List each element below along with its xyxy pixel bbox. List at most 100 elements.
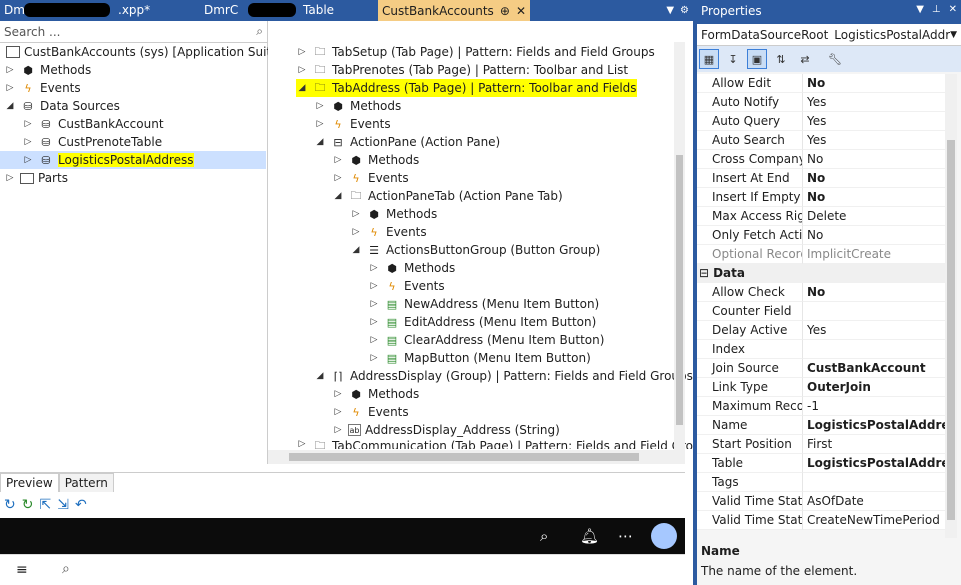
property-row[interactable]: Link Type OuterJoin — [697, 378, 945, 397]
expand-arrow-icon[interactable]: ▷ — [368, 281, 380, 291]
expand-arrow-icon[interactable]: ▷ — [332, 173, 344, 183]
property-value[interactable]: AsOfDate — [803, 492, 945, 511]
tab-preview[interactable]: Preview — [0, 473, 59, 492]
tree-item-newaddress[interactable]: ▷ ▤ NewAddress (Menu Item Button) — [368, 295, 600, 313]
property-value[interactable]: Yes — [803, 321, 945, 340]
collapse-arrow-icon[interactable]: ◢ — [296, 83, 308, 93]
object-selector[interactable]: FormDataSourceRoot LogisticsPostalAddres… — [697, 24, 961, 46]
property-value[interactable]: No — [803, 74, 945, 93]
property-row[interactable]: Allow Check No — [697, 283, 945, 302]
pin-icon[interactable]: ⊕ — [500, 4, 510, 18]
property-row[interactable]: Name LogisticsPostalAddres — [697, 416, 945, 435]
scrollbar-thumb[interactable] — [947, 140, 955, 520]
expand-arrow-icon[interactable]: ▷ — [4, 65, 16, 75]
property-row[interactable]: Table LogisticsPostalAddres — [697, 454, 945, 473]
property-value[interactable] — [803, 340, 945, 359]
property-row[interactable]: Auto Query Yes — [697, 112, 945, 131]
property-row[interactable]: Join Source CustBankAccount — [697, 359, 945, 378]
property-value[interactable] — [803, 302, 945, 321]
tab-pattern[interactable]: Pattern — [58, 473, 114, 492]
expand-arrow-icon[interactable]: ▷ — [332, 425, 344, 435]
tab-custbankaccounts[interactable]: CustBankAccounts ⊕ ✕ — [378, 0, 530, 21]
sort-icon[interactable]: ⇅ — [771, 49, 791, 69]
tree-item-logisticspostaladdress[interactable]: ▷ ⛁ LogisticsPostalAddress — [0, 151, 266, 169]
property-row[interactable]: Index — [697, 340, 945, 359]
property-value[interactable]: No — [803, 188, 945, 207]
property-row[interactable]: Valid Time State AutAsOfDate — [697, 492, 945, 511]
refresh-icon[interactable]: ↻ — [4, 497, 16, 513]
undo-icon[interactable]: ↶ — [75, 497, 87, 513]
tree-item-editaddress[interactable]: ▷ ▤ EditAddress (Menu Item Button) — [368, 313, 597, 331]
tree-item-tabcommunication[interactable]: ▷ 🗀 TabCommunication (Tab Page) | Pattern:… — [296, 439, 701, 449]
property-value[interactable]: LogisticsPostalAddres — [803, 416, 945, 435]
tree-item-methods[interactable]: ▷ ⬢ Methods — [314, 97, 402, 115]
property-row[interactable]: Insert If Empty No — [697, 188, 945, 207]
tree-item-methods[interactable]: ▷ ⬢ Methods — [4, 61, 92, 79]
bell-icon[interactable]: 🔔︎ — [580, 527, 599, 545]
tab-table-file[interactable]: DmrC Table — [200, 0, 378, 21]
tree-item-events[interactable]: ▷ ϟ Events — [368, 277, 445, 295]
expand-arrow-icon[interactable]: ▷ — [296, 47, 308, 57]
property-value[interactable]: ImplicitCreate — [803, 245, 945, 264]
expand-arrow-icon[interactable]: ▷ — [22, 137, 34, 147]
property-row[interactable]: Optional Record McImplicitCreate — [697, 245, 945, 264]
tree-item-actionpane[interactable]: ◢ ⊟ ActionPane (Action Pane) — [314, 133, 501, 151]
dropdown-arrow-icon[interactable]: ▼ — [950, 30, 957, 40]
expand-arrow-icon[interactable]: ▷ — [4, 83, 16, 93]
export-icon[interactable]: ⇲ — [57, 497, 69, 513]
property-row[interactable]: Auto Notify Yes — [697, 93, 945, 112]
gear-icon[interactable]: ⚙ — [680, 5, 689, 16]
expand-arrow-icon[interactable]: ▷ — [368, 263, 380, 273]
scrollbar-thumb[interactable] — [289, 453, 639, 461]
property-row[interactable]: Max Access RightDelete — [697, 207, 945, 226]
tree-item-root[interactable]: CustBankAccounts (sys) [Application Suit… — [2, 43, 283, 61]
property-value[interactable]: LogisticsPostalAddres — [803, 454, 945, 473]
wrench-icon[interactable]: 🔧︎ — [825, 49, 845, 69]
property-value[interactable]: -1 — [803, 397, 945, 416]
collapse-arrow-icon[interactable]: ◢ — [314, 137, 326, 147]
alphabetical-icon[interactable]: ↧ — [723, 49, 743, 69]
collapse-arrow-icon[interactable]: ◢ — [332, 191, 344, 201]
dropdown-icon[interactable]: ▼ — [916, 4, 924, 24]
tab-xpp-file[interactable]: Dm .xpp* — [0, 0, 200, 21]
expand-arrow-icon[interactable]: ▷ — [296, 65, 308, 75]
expand-arrow-icon[interactable]: ▷ — [332, 407, 344, 417]
property-row[interactable]: Counter Field — [697, 302, 945, 321]
property-row[interactable]: Cross Company AutNo — [697, 150, 945, 169]
tree-item-custbankaccount[interactable]: ▷ ⛁ CustBankAccount — [22, 115, 164, 133]
tree-item-methods[interactable]: ▷ ⬢ Methods — [350, 205, 438, 223]
tree-item-events[interactable]: ▷ ϟ Events — [4, 79, 81, 97]
scrollbar-thumb[interactable] — [676, 155, 683, 425]
property-value[interactable]: No — [803, 169, 945, 188]
expand-arrow-icon[interactable]: ▷ — [368, 317, 380, 327]
tree-item-mapbutton[interactable]: ▷ ▤ MapButton (Menu Item Button) — [368, 349, 591, 367]
collapse-arrow-icon[interactable]: ◢ — [4, 101, 16, 111]
tree-item-addressdisplay[interactable]: ◢ ⌈⌉ AddressDisplay (Group) | Pattern: Fie… — [314, 367, 693, 385]
tree-item-methods[interactable]: ▷ ⬢ Methods — [332, 151, 420, 169]
tree-item-methods[interactable]: ▷ ⬢ Methods — [368, 259, 456, 277]
property-value[interactable]: Yes — [803, 131, 945, 150]
close-icon[interactable]: ✕ — [516, 4, 526, 18]
search-icon[interactable]: ⌕ — [540, 527, 548, 545]
tree-item-custprenotetable[interactable]: ▷ ⛁ CustPrenoteTable — [22, 133, 163, 151]
dropdown-icon[interactable]: ▼ — [666, 5, 674, 16]
search-icon[interactable]: ⌕ — [62, 561, 70, 577]
close-icon[interactable]: ✕ — [949, 4, 957, 24]
tree-item-methods[interactable]: ▷ ⬢ Methods — [332, 385, 420, 403]
expand-arrow-icon[interactable]: ▷ — [4, 173, 16, 183]
tree-item-tabaddress[interactable]: ◢ 🗀 TabAddress (Tab Page) | Pattern: Toolb… — [296, 79, 637, 97]
expand-arrow-icon[interactable]: ▷ — [368, 299, 380, 309]
property-value[interactable]: CreateNewTimePeriod — [803, 511, 945, 530]
properties-icon[interactable]: ▣ — [747, 49, 767, 69]
property-row[interactable]: Only Fetch ActiveNo — [697, 226, 945, 245]
property-row[interactable]: Insert At End No — [697, 169, 945, 188]
tree-item-events[interactable]: ▷ ϟ Events — [332, 169, 409, 187]
tree-item-addressdisplay-address[interactable]: ▷ ab AddressDisplay_Address (String) — [332, 421, 560, 439]
expand-arrow-icon[interactable]: ▷ — [314, 119, 326, 129]
expand-arrow-icon[interactable]: ▷ — [350, 209, 362, 219]
hamburger-menu-icon[interactable]: ≡ — [16, 562, 28, 578]
tree-item-clearaddress[interactable]: ▷ ▤ ClearAddress (Menu Item Button) — [368, 331, 605, 349]
auto-refresh-icon[interactable]: ↻ — [22, 497, 34, 513]
property-value[interactable] — [803, 473, 945, 492]
expand-arrow-icon[interactable]: ▷ — [22, 155, 34, 165]
